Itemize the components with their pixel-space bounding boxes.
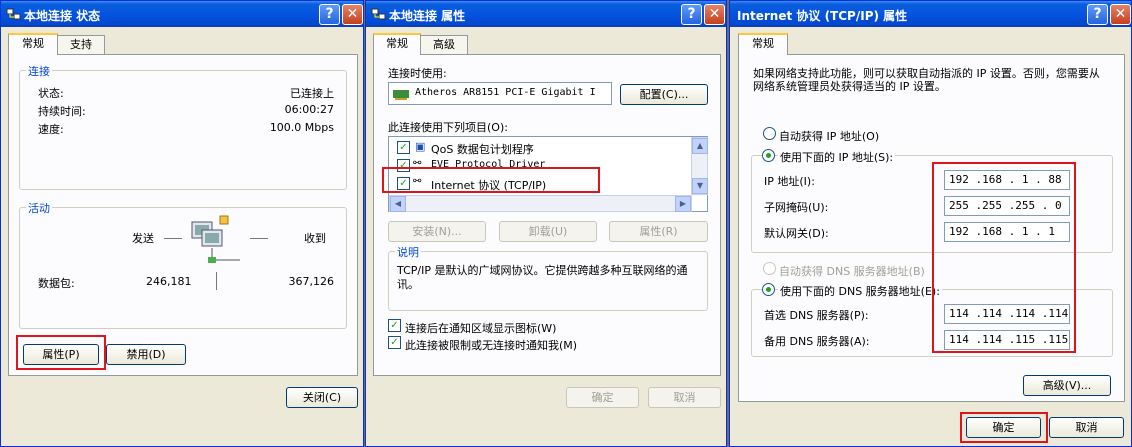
adapter-name: Atheros AR8151 PCI-E Gigabit I bbox=[415, 87, 596, 98]
mask-label: 子网掩码(U): bbox=[764, 201, 829, 214]
scroll-up-icon[interactable]: ▲ bbox=[692, 138, 708, 154]
close-icon[interactable]: ✕ bbox=[1110, 4, 1131, 25]
window-title: 本地连接 属性 bbox=[389, 9, 466, 23]
sent-label: 发送 bbox=[132, 232, 154, 245]
install-button[interactable]: 安装(N)... bbox=[388, 221, 486, 242]
horizontal-scrollbar[interactable]: ◀ ▶ bbox=[389, 195, 692, 212]
cancel-button[interactable]: 取消 bbox=[648, 387, 721, 408]
use-dns-label[interactable]: 使用下面的 DNS 服务器地址(E): bbox=[778, 283, 942, 299]
window-title: 本地连接 状态 bbox=[24, 9, 101, 23]
item-properties-button[interactable]: 属性(R) bbox=[609, 221, 708, 242]
close-icon[interactable]: ✕ bbox=[342, 4, 363, 25]
props-titlebar[interactable]: 本地连接 属性 ? ✕ bbox=[366, 1, 726, 27]
help-icon[interactable]: ? bbox=[319, 4, 340, 25]
general-panel: 连接 状态: 已连接上 持续时间: 06:00:27 速度: 100.0 Mbp… bbox=[8, 54, 358, 376]
vertical-scrollbar[interactable]: ▲ ▼ bbox=[691, 137, 708, 195]
highlight-ip-fields bbox=[932, 162, 1076, 353]
gateway-label: 默认网关(D): bbox=[764, 227, 829, 240]
close-button[interactable]: 关闭(C) bbox=[286, 387, 358, 408]
use-dns-radio[interactable] bbox=[762, 283, 775, 296]
cancel-button[interactable]: 取消 bbox=[1049, 417, 1124, 438]
show-icon-checkbox[interactable]: ✓ bbox=[388, 319, 401, 332]
dns2-label: 备用 DNS 服务器(A): bbox=[764, 335, 870, 348]
tcpip-titlebar[interactable]: Internet 协议 (TCP/IP) 属性 ? ✕ bbox=[730, 1, 1131, 27]
adapter-field: Atheros AR8151 PCI-E Gigabit I bbox=[388, 82, 612, 105]
scroll-left-icon[interactable]: ◀ bbox=[390, 196, 406, 212]
general-panel: 连接时使用: Atheros AR8151 PCI-E Gigabit I 配置… bbox=[373, 54, 721, 376]
packets-divider bbox=[216, 272, 217, 290]
highlight-properties bbox=[16, 335, 106, 370]
packets-label: 数据包: bbox=[38, 277, 75, 290]
highlight-tcpip bbox=[382, 167, 600, 193]
connection-group-label: 连接 bbox=[26, 63, 52, 79]
activity-group-label: 活动 bbox=[26, 200, 52, 216]
tab-general[interactable]: 常规 bbox=[738, 33, 788, 55]
connect-using-label: 连接时使用: bbox=[388, 67, 447, 80]
tab-advanced[interactable]: 高级 bbox=[420, 35, 468, 55]
qos-icon: ▣ bbox=[415, 140, 426, 153]
auto-ip-radio[interactable] bbox=[763, 127, 776, 140]
tab-general[interactable]: 常规 bbox=[8, 33, 58, 55]
recv-line bbox=[250, 238, 268, 239]
duration-label: 持续时间: bbox=[38, 105, 86, 118]
network-icon bbox=[6, 8, 21, 20]
duration-value: 06:00:27 bbox=[284, 103, 334, 116]
status-label: 状态: bbox=[38, 87, 64, 100]
advanced-button[interactable]: 高级(V)... bbox=[1023, 375, 1111, 396]
speed-label: 速度: bbox=[38, 123, 64, 136]
sent-line bbox=[164, 238, 182, 239]
dns1-label: 首选 DNS 服务器(P): bbox=[764, 309, 869, 322]
connection-properties-window: 本地连接 属性 ? ✕ 常规 高级 连接时使用: Atheros AR8151 … bbox=[365, 0, 727, 447]
description-group: 说明 TCP/IP 是默认的广域网协议。它提供跨越多种互联网络的通讯。 bbox=[388, 244, 708, 311]
auto-ip-label[interactable]: 自动获得 IP 地址(O) bbox=[779, 128, 879, 144]
disable-button[interactable]: 禁用(D) bbox=[106, 344, 186, 365]
packets-recv: 367,126 bbox=[288, 275, 335, 288]
ok-button[interactable]: 确定 bbox=[566, 387, 639, 408]
network-icon bbox=[371, 8, 386, 20]
help-icon[interactable]: ? bbox=[681, 4, 702, 25]
notify-label[interactable]: 此连接被限制或无连接时通知我(M) bbox=[405, 337, 577, 353]
tab-general[interactable]: 常规 bbox=[373, 33, 421, 55]
computers-activity-icon bbox=[191, 215, 240, 263]
description-text: TCP/IP 是默认的广域网协议。它提供跨越多种互联网络的通讯。 bbox=[397, 264, 688, 291]
configure-button[interactable]: 配置(C)... bbox=[620, 84, 708, 105]
item-checkbox[interactable]: ✓ bbox=[397, 141, 410, 154]
notify-checkbox[interactable]: ✓ bbox=[388, 336, 401, 349]
use-ip-radio[interactable] bbox=[762, 149, 775, 162]
speed-value: 100.0 Mbps bbox=[269, 121, 334, 134]
recv-label: 收到 bbox=[304, 232, 326, 245]
status-value: 已连接上 bbox=[290, 87, 334, 100]
help-icon[interactable]: ? bbox=[1087, 4, 1108, 25]
uninstall-button[interactable]: 卸载(U) bbox=[499, 221, 597, 242]
ip-label: IP 地址(I): bbox=[764, 175, 815, 188]
description-group-label: 说明 bbox=[395, 244, 421, 260]
connection-group: 连接 状态: 已连接上 持续时间: 06:00:27 速度: 100.0 Mbp… bbox=[19, 63, 347, 190]
scroll-down-icon[interactable]: ▼ bbox=[692, 178, 708, 194]
status-titlebar[interactable]: 本地连接 状态 ? ✕ bbox=[1, 1, 363, 27]
auto-dns-label[interactable]: 自动获得 DNS 服务器地址(B) bbox=[779, 263, 925, 279]
status-window: 本地连接 状态 ? ✕ 常规 支持 连接 状态: 已连接上 持续时间: 06:0… bbox=[0, 0, 364, 447]
network-adapter-icon bbox=[393, 90, 409, 100]
highlight-ok bbox=[960, 412, 1048, 443]
items-label: 此连接使用下列项目(O): bbox=[388, 121, 508, 134]
window-title: Internet 协议 (TCP/IP) 属性 bbox=[737, 9, 908, 23]
auto-dns-radio[interactable] bbox=[763, 262, 776, 275]
packets-sent: 246,181 bbox=[146, 275, 192, 288]
use-ip-label[interactable]: 使用下面的 IP 地址(S): bbox=[778, 149, 896, 165]
tab-support[interactable]: 支持 bbox=[57, 35, 105, 55]
show-icon-label[interactable]: 连接后在通知区域显示图标(W) bbox=[405, 320, 556, 336]
intro-text: 如果网络支持此功能，则可以获取自动指派的 IP 设置。否则，您需要从网络系统管理… bbox=[753, 67, 1100, 93]
list-item[interactable]: QoS 数据包计划程序 bbox=[431, 141, 534, 157]
scroll-right-icon[interactable]: ▶ bbox=[675, 196, 691, 212]
tcpip-properties-window: Internet 协议 (TCP/IP) 属性 ? ✕ 常规 如果网络支持此功能… bbox=[729, 0, 1132, 447]
activity-group: 活动 发送 收到 数据包: 246,181 367,126 bbox=[19, 200, 347, 329]
close-icon[interactable]: ✕ bbox=[704, 4, 725, 25]
